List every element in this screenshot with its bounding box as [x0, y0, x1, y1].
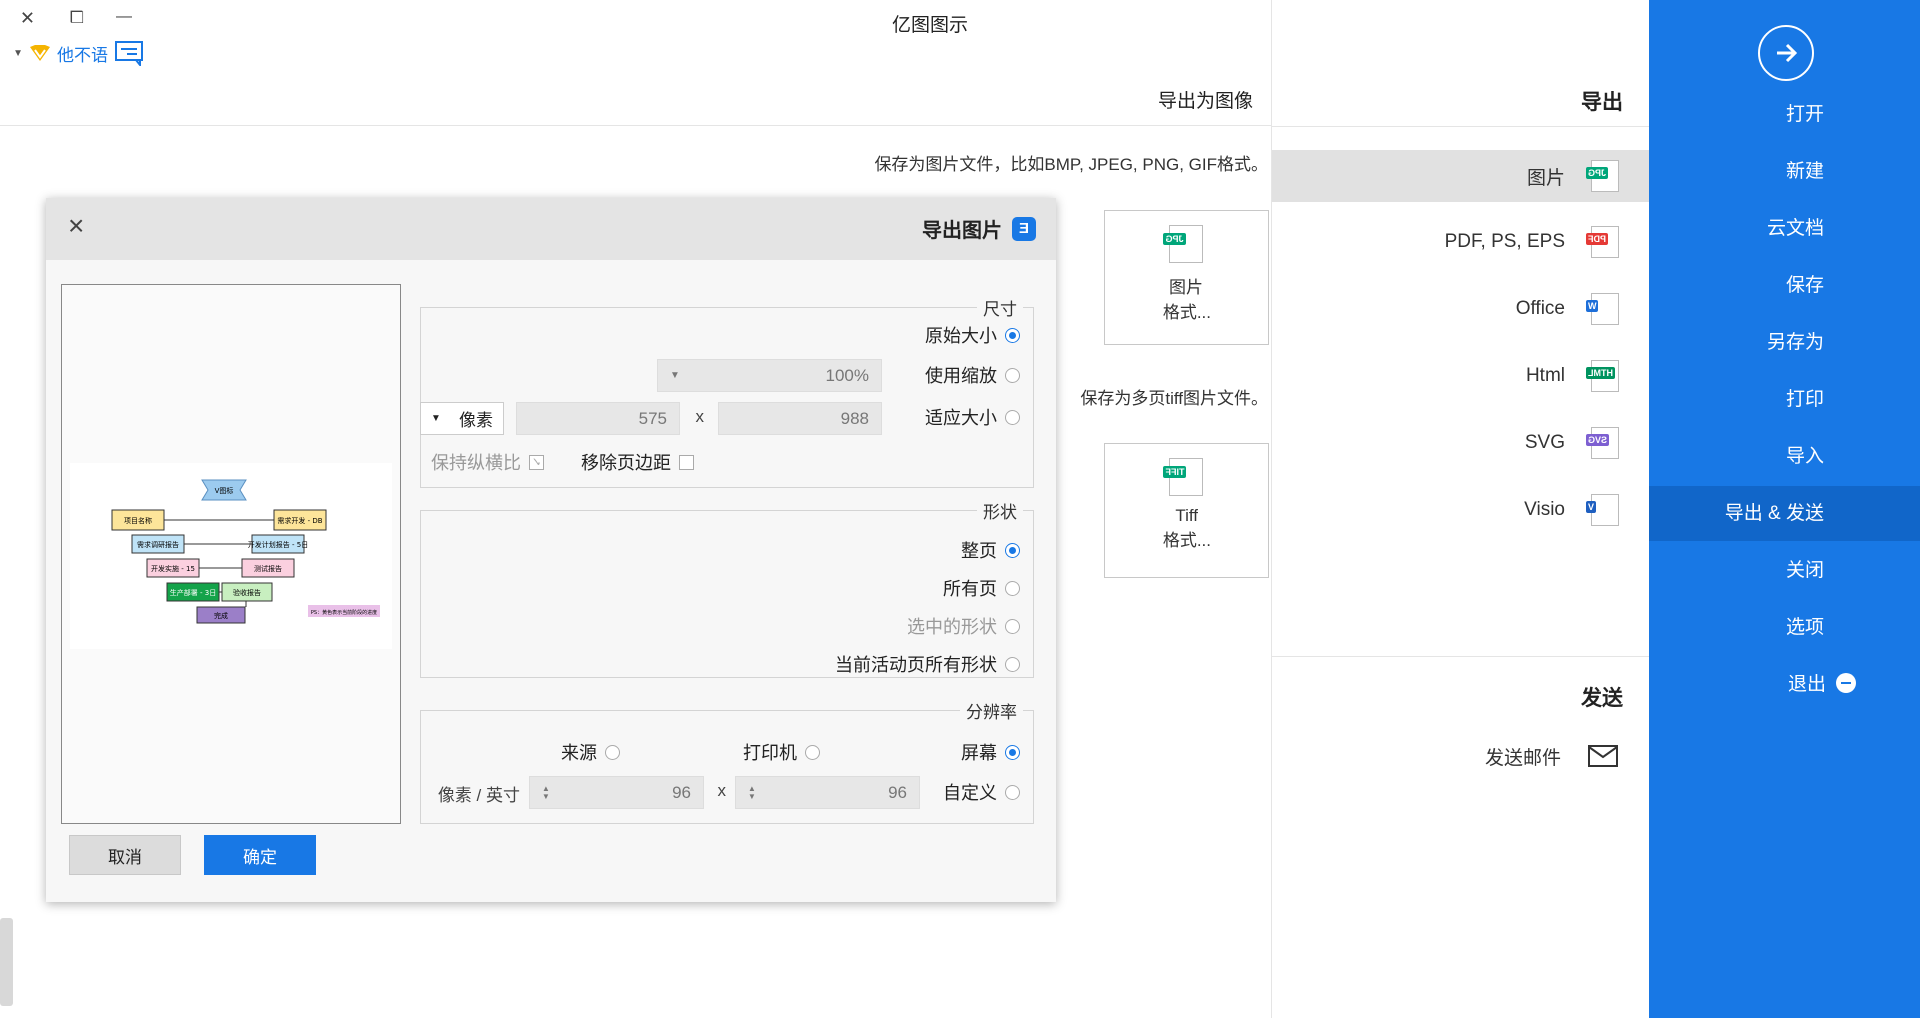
shape-legend: 形状 — [983, 503, 1017, 522]
size-legend: 尺寸 — [983, 300, 1017, 319]
radio-use-zoom[interactable]: 使用缩放 — [925, 362, 1020, 388]
dialog-title: 导出图片 — [922, 220, 1002, 242]
sidebar-item-close[interactable]: 关闭 — [1649, 543, 1920, 598]
sidebar-item-export-send[interactable]: 导出 & 发送 — [1649, 486, 1920, 541]
format-html[interactable]: HTML Html — [1272, 350, 1649, 402]
preview-node-label: PS：黄色表示当前阶段的进度 — [311, 609, 377, 616]
email-icon — [1588, 745, 1618, 767]
size-times: x — [695, 407, 705, 426]
radio-whole-page[interactable]: 整页 — [961, 537, 1020, 563]
preview-node-label: V图标 — [215, 486, 234, 495]
radio-selected-shapes[interactable]: 选中的形状 — [907, 613, 1020, 639]
send-heading: 发送 — [1581, 687, 1623, 710]
svg-file-icon: SVG — [1586, 427, 1619, 459]
dialog-header: E 导出图片 × — [46, 198, 1056, 260]
preview-node-label: 项目名称 — [124, 516, 152, 525]
divider — [1271, 656, 1649, 657]
tiff-description: 保存为多页tiff图片文件。 — [1080, 389, 1268, 408]
main-heading: 导出为图像 — [1157, 91, 1253, 112]
sidebar-item-exit[interactable]: 退出 — [1649, 657, 1920, 712]
preview-node-label: 需求开发 - DB — [277, 516, 322, 525]
visio-file-icon: V — [1586, 494, 1619, 526]
height-input[interactable]: 575 — [516, 402, 680, 435]
export-image-dialog: E 导出图片 × 尺寸 原始大小 使用缩放 适应大小 100% ▼ 988 x 57… — [46, 198, 1056, 902]
sidebar-item-print[interactable]: 打印 — [1649, 372, 1920, 427]
back-arrow-icon[interactable] — [1758, 25, 1814, 81]
jpg-file-icon: JPG — [1586, 160, 1619, 192]
sidebar-item-open[interactable]: 打开 — [1649, 87, 1920, 142]
pdf-file-icon: PDF — [1586, 226, 1619, 258]
preview-diagram: V图标 项目名称 需求开发 - DB 需求调研报告 开发计划报告 - 5日 开发… — [70, 463, 392, 649]
radio-all-pages[interactable]: 所有页 — [943, 575, 1020, 601]
dpi-unit: 像素 / 英寸 — [437, 786, 520, 805]
radio-printer[interactable]: 打印机 — [743, 739, 820, 765]
html-file-icon: HTML — [1586, 360, 1619, 392]
width-input[interactable]: 988 — [718, 402, 882, 435]
radio-screen[interactable]: 屏幕 — [961, 739, 1020, 765]
resolution-legend: 分辨率 — [966, 703, 1017, 722]
ok-button[interactable]: 确定 — [204, 835, 316, 875]
sidebar-item-cloud[interactable]: 云文档 — [1649, 201, 1920, 256]
zoom-select[interactable]: 100% ▼ — [657, 359, 882, 392]
checkbox-keep-ratio[interactable]: ✓ 保持纵横比 — [431, 449, 544, 475]
sidebar-item-save[interactable]: 保存 — [1649, 258, 1920, 313]
preview-node-label: 开发计划报告 - 5日 — [248, 540, 308, 549]
format-office[interactable]: W Office — [1272, 283, 1649, 335]
radio-source[interactable]: 来源 — [561, 739, 620, 765]
sidebar: 打开 新建 云文档 保存 另存为 打印 导入 导出 & 发送 关闭 选项 退出 — [1649, 0, 1920, 1018]
format-pdf[interactable]: PDF PDF, PS, EPS — [1272, 216, 1649, 268]
image-format-card[interactable]: JPG 图片 格式... — [1104, 210, 1269, 345]
radio-current-page-shapes[interactable]: 当前活动页所有形状 — [835, 651, 1020, 677]
dpi-times: x — [717, 781, 727, 800]
export-heading: 导出 — [1581, 91, 1623, 114]
sidebar-item-options[interactable]: 选项 — [1649, 600, 1920, 655]
radio-custom[interactable]: 自定义 — [943, 779, 1020, 805]
dpi-x-input[interactable]: 96 ▲ ▼ — [735, 776, 920, 809]
checkbox-remove-margin[interactable]: 移除页边距 — [581, 449, 694, 475]
preview-node-label: 需求调研报告 — [137, 540, 179, 549]
sidebar-item-save-as[interactable]: 另存为 — [1649, 315, 1920, 370]
sidebar-item-import[interactable]: 导入 — [1649, 429, 1920, 484]
radio-fit-size[interactable]: 适应大小 — [925, 404, 1020, 430]
preview-node-label: 生产部署 - 3日 — [170, 588, 216, 597]
exit-icon — [1836, 673, 1856, 693]
word-file-icon: W — [1586, 293, 1619, 325]
send-email[interactable]: 发送邮件 — [1272, 730, 1649, 782]
close-icon[interactable]: × — [68, 210, 84, 242]
format-image[interactable]: JPG 图片 — [1272, 150, 1649, 202]
format-svg[interactable]: SVG SVG — [1272, 417, 1649, 469]
preview-node-label: 测试报告 — [254, 564, 282, 573]
side-handle[interactable] — [0, 918, 13, 1006]
preview-pane: V图标 项目名称 需求开发 - DB 需求调研报告 开发计划报告 - 5日 开发… — [61, 284, 401, 824]
preview-node-label: 验收报告 — [233, 588, 261, 597]
preview-node-label: 完成 — [214, 611, 228, 620]
app-logo-icon: E — [1012, 216, 1036, 241]
preview-node-label: 开发实施 - 15 — [151, 564, 195, 573]
sidebar-item-new[interactable]: 新建 — [1649, 144, 1920, 199]
dpi-y-input[interactable]: 96 ▲ ▼ — [529, 776, 704, 809]
tiff-format-card[interactable]: TIFF Tiff 格式... — [1104, 443, 1269, 578]
image-description: 保存为图片文件，比如BMP, JPEG, PNG, GIF格式。 — [874, 155, 1268, 174]
main-header — [0, 0, 1271, 126]
cancel-button[interactable]: 取消 — [69, 835, 181, 875]
radio-original-size[interactable]: 原始大小 — [925, 322, 1020, 348]
unit-select[interactable]: 像素 ▼ — [420, 402, 504, 435]
jpg-file-icon: JPG — [1163, 225, 1204, 263]
tiff-file-icon: TIFF — [1163, 458, 1204, 496]
format-visio[interactable]: V Visio — [1272, 484, 1649, 536]
